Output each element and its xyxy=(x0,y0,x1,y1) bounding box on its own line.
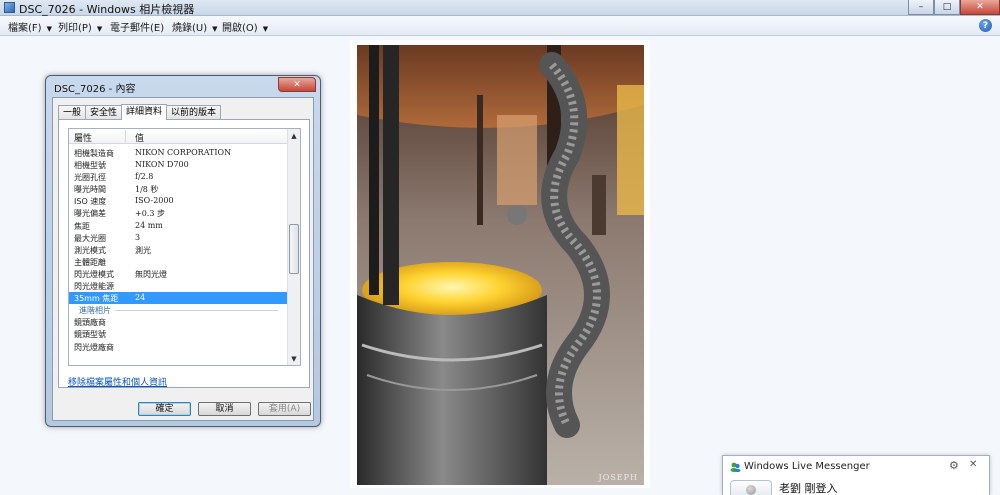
list-scrollbar[interactable]: ▲ ▼ xyxy=(287,129,300,365)
property-row[interactable]: 閃光燈模式 無閃光燈 xyxy=(69,268,288,280)
property-name: 閃光燈廠商 xyxy=(74,342,114,352)
tab-details[interactable]: 詳細資料 xyxy=(121,104,168,120)
property-name: 測光模式 xyxy=(74,245,106,255)
chevron-down-icon: ▼ xyxy=(212,25,218,33)
property-value: +0.3 步 xyxy=(135,209,165,219)
signin-message: 老劉 剛登入 xyxy=(779,482,838,495)
user-silhouette-icon xyxy=(746,485,756,495)
property-name: 鏡頭型號 xyxy=(74,330,106,340)
displayed-photo: JOSEPH xyxy=(357,45,644,485)
property-group-header: 進階相片 xyxy=(69,304,288,316)
close-button[interactable]: ✕ xyxy=(960,0,1000,15)
details-panel: 屬性 值 相機製造商 NIKON CORPORATION 相機型號 NIKON D70… xyxy=(58,119,310,388)
window-title: DSC_7026 - Windows 相片檢視器 xyxy=(19,3,195,16)
property-name: 曝光時間 xyxy=(74,185,106,195)
property-name: 閃光燈模式 xyxy=(74,269,114,279)
maximize-button[interactable]: □ xyxy=(934,0,960,15)
property-row[interactable]: 相機型號 NIKON D700 xyxy=(69,159,288,171)
photo-watermark: JOSEPH xyxy=(598,473,638,482)
menu-email[interactable]: 電子郵件(E) xyxy=(110,19,164,34)
property-value: 24 xyxy=(135,293,146,303)
property-row[interactable]: 光圈孔徑 f/2.8 xyxy=(69,171,288,183)
property-row[interactable]: 鏡頭型號 xyxy=(69,328,288,340)
close-icon[interactable]: ✕ xyxy=(969,459,977,470)
property-name: 相機製造商 xyxy=(74,149,114,158)
property-row[interactable]: 主體距離 xyxy=(69,256,288,268)
property-row[interactable]: 曝光時間 1/8 秒 xyxy=(69,183,288,195)
property-value: 1/8 秒 xyxy=(135,185,159,195)
list-header: 屬性 值 xyxy=(69,129,288,144)
title-bar: DSC_7026 - Windows 相片檢視器 – □ ✕ xyxy=(0,0,1000,16)
property-list[interactable]: 屬性 值 相機製造商 NIKON CORPORATION 相機型號 NIKON D70… xyxy=(68,128,301,366)
property-name: 相機型號 xyxy=(74,161,106,171)
menu-open[interactable]: 開啟(O) ▼ xyxy=(222,19,268,34)
property-value: ISO-2000 xyxy=(135,196,174,206)
property-row[interactable]: 鏡頭廠商 xyxy=(69,316,288,328)
property-value: 測光 xyxy=(135,245,151,255)
property-row[interactable]: 閃光燈廠商 xyxy=(69,341,288,353)
property-name: 主體距離 xyxy=(74,257,106,267)
ok-button[interactable]: 確定 xyxy=(138,402,191,416)
scroll-down-arrow-icon[interactable]: ▼ xyxy=(288,352,300,365)
chevron-down-icon: ▼ xyxy=(46,25,52,33)
gear-icon[interactable]: ⚙ xyxy=(949,459,959,472)
cancel-button[interactable]: 取消 xyxy=(198,402,251,416)
property-value: 3 xyxy=(135,232,141,242)
messenger-title: Windows Live Messenger xyxy=(744,461,870,472)
property-row[interactable]: 相機製造商 NIKON CORPORATION xyxy=(69,147,288,159)
property-row[interactable]: 焦距 24 mm xyxy=(69,220,288,232)
property-row[interactable]: 測光模式 測光 xyxy=(69,244,288,256)
help-icon[interactable]: ? xyxy=(979,19,992,32)
scroll-up-arrow-icon[interactable]: ▲ xyxy=(288,129,300,142)
property-value: NIKON CORPORATION xyxy=(135,148,232,157)
dialog-title: DSC_7026 - 內容 xyxy=(54,84,136,95)
chevron-down-icon: ▼ xyxy=(96,25,103,33)
column-divider[interactable] xyxy=(125,130,126,143)
property-row[interactable]: ISO 速度 ISO-2000 xyxy=(69,195,288,207)
window-controls: – □ ✕ xyxy=(908,0,1000,16)
menu-bar: 檔案(F) ▼ 列印(P) ▼ 電子郵件(E) 燒錄(U) ▼ 開啟(O) ▼ ? xyxy=(0,16,1000,36)
avatar xyxy=(730,480,772,495)
minimize-button[interactable]: – xyxy=(908,0,934,15)
property-name: 焦距 xyxy=(74,221,90,231)
tab-security[interactable]: 安全性 xyxy=(85,105,123,120)
tab-previous-versions[interactable]: 以前的版本 xyxy=(166,105,222,120)
tab-strip: 一般 安全性 詳細資料 以前的版本 xyxy=(58,104,222,120)
property-row[interactable]: 閃光燈能源 xyxy=(69,280,288,292)
menu-burn[interactable]: 燒錄(U) ▼ xyxy=(172,19,218,34)
property-name: 光圈孔徑 xyxy=(74,173,106,183)
property-value: f/2.8 xyxy=(135,172,154,182)
chevron-down-icon: ▼ xyxy=(262,25,269,33)
property-row[interactable]: 曝光偏差 +0.3 步 xyxy=(69,207,288,219)
dialog-close-button[interactable]: ✕ xyxy=(278,77,316,92)
property-rows: 相機製造商 NIKON CORPORATION 相機型號 NIKON D700 光圈孔徑… xyxy=(69,147,288,353)
properties-dialog: DSC_7026 - 內容 ✕ 一般 安全性 詳細資料 以前的版本 屬性 值 相… xyxy=(45,75,321,427)
photo-viewer-app-icon xyxy=(4,2,15,13)
messenger-notification[interactable]: Windows Live Messenger ⚙ ✕ 老劉 剛登入 xyxy=(722,455,990,495)
property-value: NIKON D700 xyxy=(135,160,189,170)
property-row[interactable]: 最大光圈 3 xyxy=(69,232,288,244)
property-row[interactable]: 35mm 焦距 24 xyxy=(69,292,288,305)
property-value: 24 mm xyxy=(135,220,163,230)
tab-general[interactable]: 一般 xyxy=(58,105,87,120)
property-name: 曝光偏差 xyxy=(74,209,106,219)
dragon-incense-burner-photo xyxy=(357,45,644,485)
property-name: ISO 速度 xyxy=(74,197,107,207)
apply-button[interactable]: 套用(A) xyxy=(258,402,311,416)
scrollbar-thumb[interactable] xyxy=(289,224,299,274)
dialog-body: 一般 安全性 詳細資料 以前的版本 屬性 值 相機製造商 NIKON CORPOR… xyxy=(52,97,314,421)
remove-properties-link[interactable]: 移除檔案屬性和個人資訊 xyxy=(68,375,167,388)
property-name: 35mm 焦距 xyxy=(74,294,119,304)
property-value: 無閃光燈 xyxy=(135,269,167,279)
property-name: 鏡頭廠商 xyxy=(74,318,106,328)
messenger-buddy-icon xyxy=(730,462,741,472)
menu-print[interactable]: 列印(P) ▼ xyxy=(58,19,102,34)
property-name: 最大光圈 xyxy=(74,233,106,243)
property-name: 閃光燈能源 xyxy=(74,282,114,292)
column-header-property[interactable]: 屬性 xyxy=(74,131,92,144)
property-name: 進階相片 xyxy=(79,306,111,316)
column-header-value[interactable]: 值 xyxy=(135,131,144,144)
menu-file[interactable]: 檔案(F) ▼ xyxy=(8,19,52,34)
